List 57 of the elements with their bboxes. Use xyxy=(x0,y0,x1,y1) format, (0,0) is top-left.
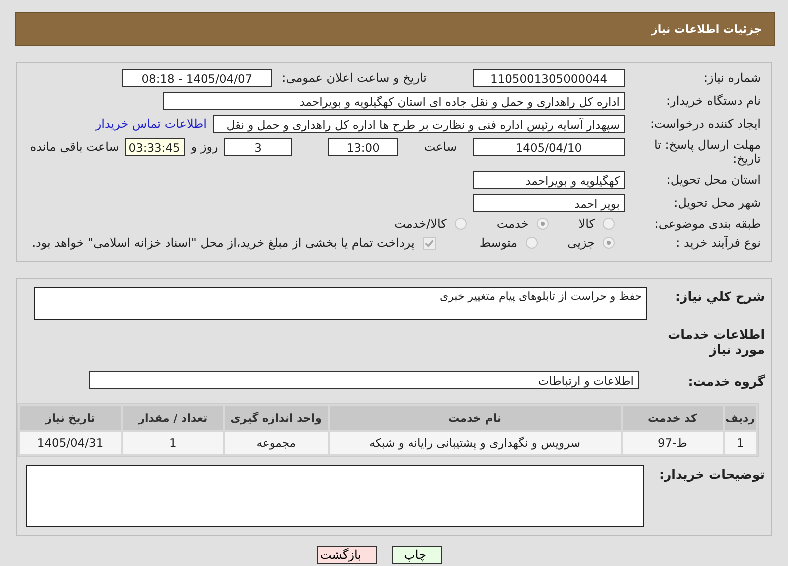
description-field: حفظ و حراست از تابلوهای پیام متغییر خبری xyxy=(34,287,647,320)
remaining-time-field: 03:33:45 xyxy=(125,138,186,156)
field-label: مهلت ارسال پاسخ: تا تاریخ: xyxy=(653,138,761,166)
column-header: تاریخ نیاز xyxy=(20,406,122,430)
requester-field: سپهدار آسایه رئیس اداره فنی و نظارت بر طرح ها اداره کل راهداری و حمل و نقل xyxy=(213,115,625,133)
radio-button[interactable] xyxy=(603,237,615,249)
remaining-label: ساعت باقی مانده xyxy=(30,139,120,156)
field-label: توضیحات خریدار: xyxy=(658,467,765,482)
table-cell: ط-97 xyxy=(622,432,723,454)
checkbox[interactable] xyxy=(422,236,436,250)
field-label: تاریخ و ساعت اعلان عمومی: xyxy=(282,71,427,85)
deadline-time-field: 13:00 xyxy=(328,138,398,156)
column-header: تعداد / مقدار xyxy=(123,406,224,430)
city-field: بویر احمد xyxy=(473,194,625,212)
table-cell: 1 xyxy=(724,432,756,454)
field-label: شرح كلي نياز: xyxy=(674,289,765,304)
column-header: ردیف xyxy=(724,406,756,430)
field-label: شهر محل تحویل: xyxy=(673,196,761,210)
field-label: گروه خدمت: xyxy=(687,374,765,388)
back-button[interactable]: بازگشت xyxy=(316,546,376,564)
buyer-contact-link[interactable]: اطلاعات تماس خریدار xyxy=(96,117,207,131)
field-label: شماره نیاز: xyxy=(703,71,761,85)
option-label: کالا/خدمت xyxy=(394,217,447,231)
service-group-field: اطلاعات و ارتباطات xyxy=(89,371,639,389)
print-button[interactable]: چاپ xyxy=(392,546,442,564)
announce-date-field: 1405/04/07 - 08:18 xyxy=(122,69,272,87)
table-cell: سرویس و نگهداری و پشتیبانی رایانه و شبکه xyxy=(330,432,621,454)
option-label: کالا xyxy=(578,217,595,231)
table-cell: 1405/04/31 xyxy=(20,432,122,454)
page-title: جزئیات اطلاعات نیاز xyxy=(652,22,762,36)
buyer-field: اداره کل راهداری و حمل و نقل جاده ای استان کهگیلویه و بویراحمد xyxy=(163,92,625,110)
radio-button[interactable] xyxy=(454,218,467,230)
buyer-notes-field[interactable] xyxy=(26,465,644,527)
field-label: نام دستگاه خریدار: xyxy=(666,94,761,108)
column-header: کد خدمت xyxy=(622,406,723,430)
option-label: جزیی xyxy=(568,236,595,250)
province-field: کهگیلویه و بویراحمد xyxy=(473,171,625,189)
days-field: 3 xyxy=(224,138,292,156)
time-label: ساعت xyxy=(424,139,457,156)
option-label: متوسط xyxy=(480,236,518,250)
radio-button[interactable] xyxy=(603,218,615,230)
payment-note: پرداخت تمام یا بخشی از مبلغ خرید،از محل "اسناد خزانه اسلامی" خواهد بود. xyxy=(32,236,415,250)
option-label: خدمت xyxy=(496,217,529,231)
days-label: روز و xyxy=(191,139,218,156)
radio-button[interactable] xyxy=(536,218,549,230)
table-cell: 1 xyxy=(123,432,224,454)
field-label: طبقه بندی موضوعی: xyxy=(654,217,761,231)
field-label: ایجاد کننده درخواست: xyxy=(649,117,761,131)
need-number-field: 1105001305000044 xyxy=(473,69,625,87)
column-header: نام خدمت xyxy=(330,406,621,430)
section-title: اطلاعات خدمات مورد نیاز xyxy=(667,327,765,357)
column-header: واحد اندازه گیری xyxy=(225,406,328,430)
table-cell: مجموعه xyxy=(225,432,328,454)
deadline-date-field: 1405/04/10 xyxy=(473,138,625,156)
radio-button[interactable] xyxy=(526,237,538,249)
field-label: استان محل تحویل: xyxy=(666,173,761,187)
field-label: نوع فرآیند خرید : xyxy=(675,236,761,250)
